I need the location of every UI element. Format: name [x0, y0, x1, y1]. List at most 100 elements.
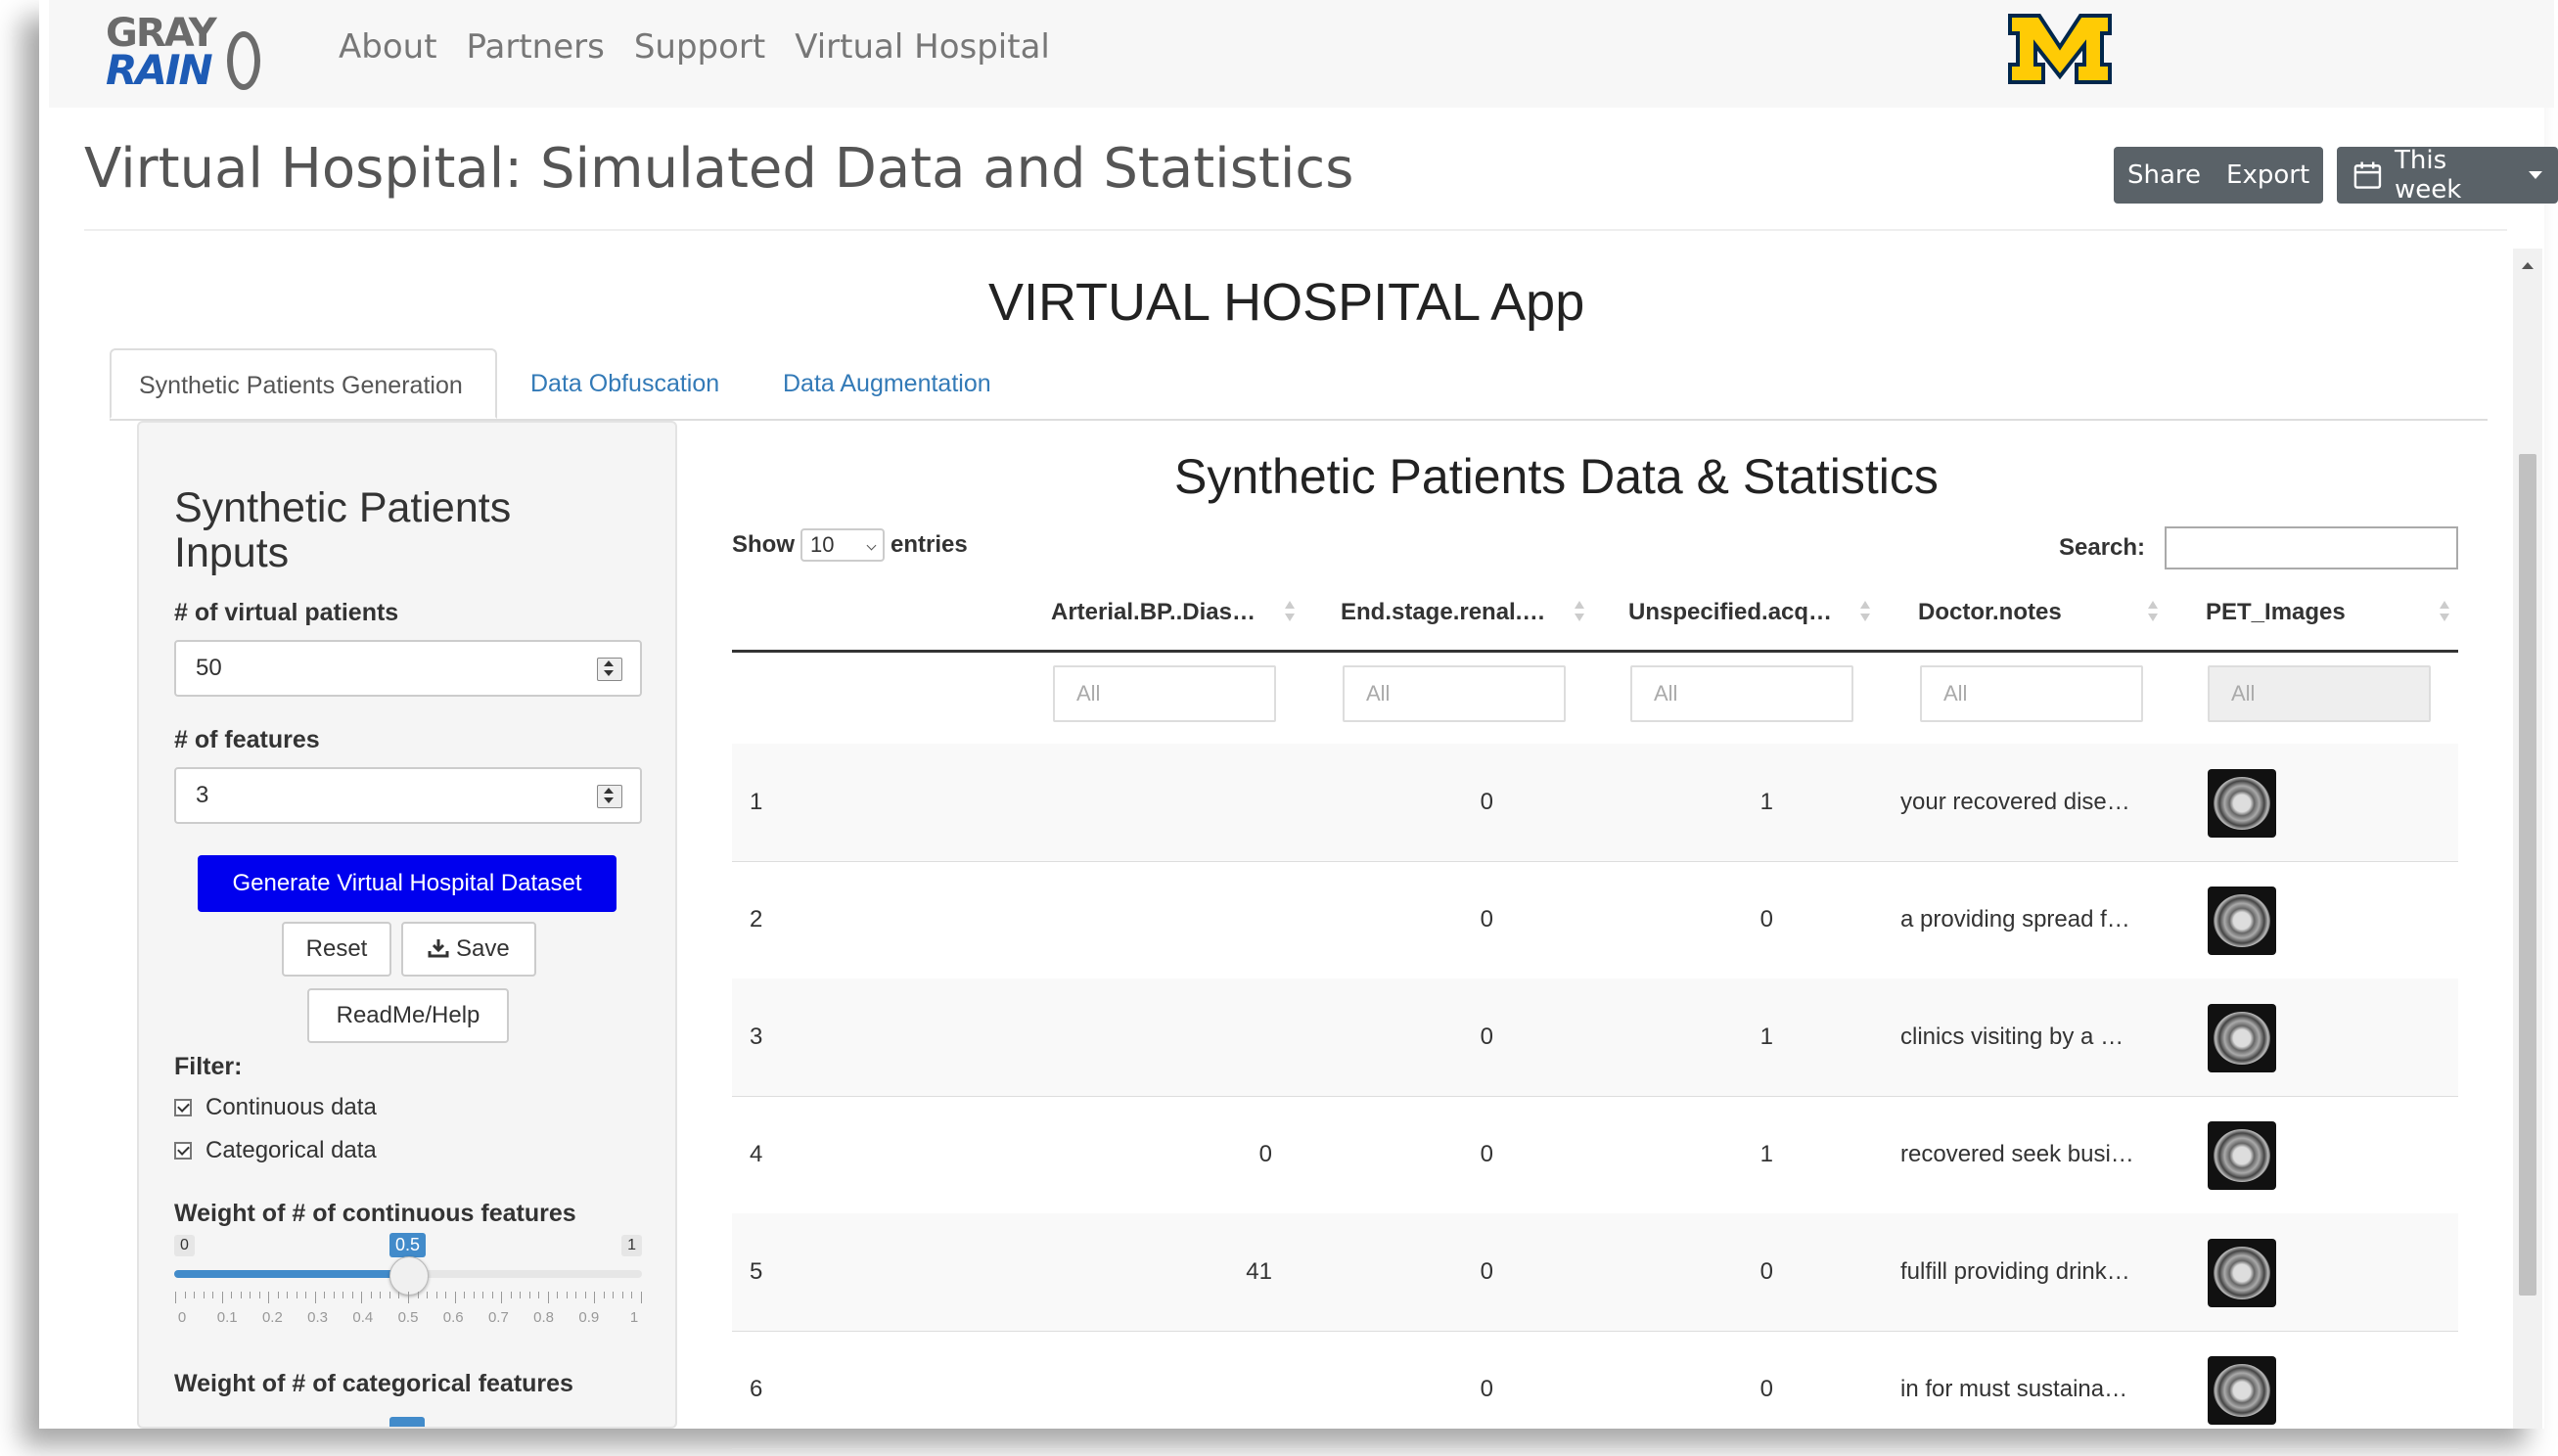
column-pet-images[interactable]: PET_Images: [2206, 599, 2346, 626]
tab-data-obfuscation[interactable]: Data Obfuscation: [503, 348, 747, 419]
filter-label: Filter:: [174, 1053, 243, 1080]
continuous-weight-label: Weight of # of continuous features: [174, 1200, 576, 1227]
slider-tick: [427, 1292, 429, 1298]
checkbox-checked-icon[interactable]: [174, 1142, 192, 1160]
slider-tick: [203, 1292, 205, 1298]
pet-image-thumbnail[interactable]: [2208, 1356, 2276, 1425]
cell-arterial-bp: 0: [1258, 1141, 1272, 1167]
cell-doctor-notes: recovered seek busi…: [1900, 1141, 2134, 1167]
brain-scan-icon: [2214, 777, 2270, 830]
generate-dataset-button[interactable]: Generate Virtual Hospital Dataset: [198, 855, 617, 912]
slider-grid-label: 0.6: [442, 1309, 464, 1326]
table-row[interactable]: 1 0 1 your recovered dise…: [732, 744, 2458, 862]
export-button[interactable]: Export: [2226, 160, 2309, 190]
spinner-icon[interactable]: [597, 785, 622, 808]
cell-end-stage-renal: 0: [1480, 906, 1493, 933]
nav-support[interactable]: Support: [634, 27, 765, 67]
tab-synthetic-patients-generation[interactable]: Synthetic Patients Generation: [110, 348, 497, 419]
filter-doctor-notes[interactable]: All: [1920, 665, 2143, 722]
slider-grid-label: 0.7: [487, 1309, 509, 1326]
cell-id: 4: [750, 1141, 763, 1167]
slider-grid-label: 0: [177, 1309, 187, 1326]
table-row[interactable]: 2 0 0 a providing spread f…: [732, 861, 2458, 979]
slider-grid-label: 0.4: [352, 1309, 374, 1326]
slider-tick: [547, 1292, 549, 1303]
slider-tick: [398, 1292, 400, 1298]
cell-end-stage-renal: 0: [1480, 1141, 1493, 1167]
save-button[interactable]: Save: [401, 922, 536, 977]
column-doctor-notes[interactable]: Doctor.notes: [1918, 599, 2062, 626]
column-arterial-bp[interactable]: Arterial.BP..Dias…: [1051, 599, 1256, 626]
filter-end-stage-renal[interactable]: All: [1343, 665, 1566, 722]
cell-id: 3: [750, 1024, 763, 1050]
cell-doctor-notes: your recovered dise…: [1900, 789, 2130, 815]
nav-partners[interactable]: Partners: [467, 27, 605, 67]
vertical-scrollbar[interactable]: [2513, 249, 2542, 1429]
table-row[interactable]: 4 0 0 1 recovered seek busi…: [732, 1096, 2458, 1214]
slider-tick: [520, 1292, 522, 1298]
checkbox-checked-icon[interactable]: [174, 1099, 192, 1116]
cell-id: 1: [750, 789, 763, 815]
filter-unspecified-acq[interactable]: All: [1630, 665, 1853, 722]
download-icon: [428, 939, 449, 958]
table-row[interactable]: 6 0 0 in for must sustaina…: [732, 1331, 2458, 1449]
categorical-data-checkbox[interactable]: Categorical data: [174, 1137, 377, 1164]
slider-tick: [305, 1292, 307, 1298]
pet-image-thumbnail[interactable]: [2208, 1239, 2276, 1307]
slider-tick: [175, 1292, 176, 1303]
slider-tick: [324, 1292, 326, 1298]
sort-icon[interactable]: [1574, 601, 1585, 624]
slider-value: 0.5: [389, 1233, 427, 1257]
slider-tick: [557, 1292, 559, 1298]
brain-scan-icon: [2214, 1364, 2270, 1417]
main-title: Synthetic Patients Data & Statistics: [1174, 449, 1939, 504]
share-button[interactable]: Share: [2127, 160, 2201, 190]
slider-tick: [445, 1292, 447, 1298]
reset-button[interactable]: Reset: [282, 922, 391, 977]
sort-icon[interactable]: [2439, 601, 2450, 624]
date-range-dropdown[interactable]: This week: [2337, 146, 2558, 205]
spinner-icon[interactable]: [597, 658, 622, 681]
table-row[interactable]: 3 0 1 clinics visiting by a …: [732, 978, 2458, 1097]
slider-tick: [510, 1292, 512, 1298]
pet-image-thumbnail[interactable]: [2208, 1004, 2276, 1072]
readme-help-button[interactable]: ReadMe/Help: [307, 988, 509, 1043]
slider-tick: [538, 1292, 540, 1298]
patients-input[interactable]: 50: [174, 640, 642, 697]
scroll-up-icon[interactable]: [2522, 262, 2534, 269]
cell-doctor-notes: fulfill providing drink…: [1900, 1258, 2130, 1285]
slider-handle[interactable]: [389, 1256, 429, 1296]
slider-tick: [575, 1292, 577, 1298]
slider-tick: [361, 1292, 363, 1303]
cell-unspecified-acq: 0: [1759, 1258, 1773, 1285]
nav-virtual-hospital[interactable]: Virtual Hospital: [795, 27, 1050, 67]
university-michigan-logo-icon: [2008, 14, 2112, 84]
entries-select[interactable]: 10: [800, 528, 885, 562]
filter-arterial-bp[interactable]: All: [1053, 665, 1276, 722]
tab-data-augmentation[interactable]: Data Augmentation: [755, 348, 1019, 419]
grayrain-logo[interactable]: GRAY RAIN: [106, 14, 272, 92]
column-filters: All All All All All: [732, 650, 2458, 747]
calendar-icon: [2353, 161, 2382, 189]
column-end-stage-renal[interactable]: End.stage.renal.…: [1341, 599, 1545, 626]
categorical-weight-slider[interactable]: [174, 1417, 642, 1427]
table-row[interactable]: 5 41 0 0 fulfill providing drink…: [732, 1213, 2458, 1332]
continuous-weight-slider[interactable]: 0 0.5 1 0 0.1 0.2 0.3 0.4 0.5 0.6 0.7 0.8 0.9 1: [174, 1233, 642, 1352]
pet-image-thumbnail[interactable]: [2208, 769, 2276, 838]
nav-about[interactable]: About: [339, 27, 437, 67]
continuous-data-checkbox[interactable]: Continuous data: [174, 1094, 377, 1121]
sort-icon[interactable]: [1859, 601, 1871, 624]
pet-image-thumbnail[interactable]: [2208, 1121, 2276, 1190]
slider-grid-labels: 0 0.1 0.2 0.3 0.4 0.5 0.6 0.7 0.8 0.9 1: [174, 1309, 642, 1329]
app-tabs: Synthetic Patients Generation Data Obfus…: [110, 348, 2488, 421]
search-input[interactable]: [2165, 526, 2458, 569]
scrollbar-thumb[interactable]: [2519, 454, 2536, 1296]
sort-icon[interactable]: [2147, 601, 2159, 624]
show-entries-control: Show 10 entries: [732, 528, 968, 562]
pet-image-thumbnail[interactable]: [2208, 887, 2276, 955]
search-label: Search:: [2059, 534, 2146, 561]
sort-icon[interactable]: [1284, 601, 1296, 624]
slider-tick: [250, 1292, 251, 1298]
column-unspecified-acq[interactable]: Unspecified.acq…: [1628, 599, 1832, 626]
features-input[interactable]: 3: [174, 767, 642, 824]
